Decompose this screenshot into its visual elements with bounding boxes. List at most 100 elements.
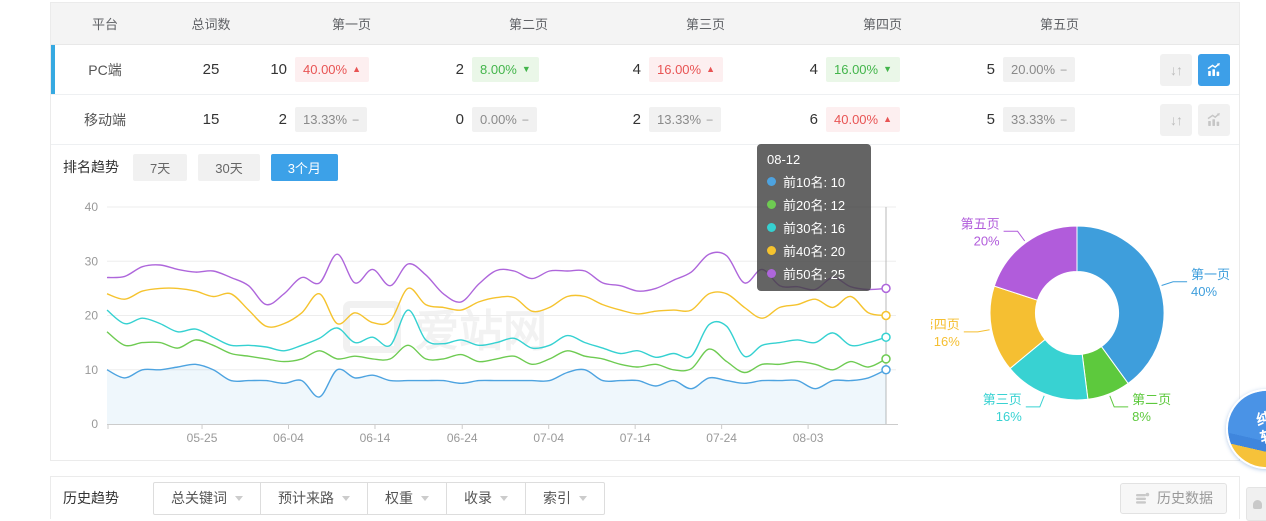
end-marker-top40	[882, 312, 890, 320]
column-header-1: 总词数	[159, 14, 263, 33]
trend-up-icon: ▲	[706, 65, 715, 74]
y-tick-label: 40	[85, 200, 99, 214]
pct-value: 8.00%	[480, 62, 517, 77]
y-tick-label: 30	[85, 254, 99, 268]
pct-badge: 13.33%−	[649, 107, 721, 132]
floating-widget-fragment[interactable]	[1246, 487, 1266, 521]
page-count: 6	[794, 111, 818, 128]
x-tick-label: 06-04	[273, 431, 304, 445]
history-data-button[interactable]: 历史数据	[1120, 483, 1227, 514]
page-3-cell: 416.00%▲	[617, 57, 794, 82]
table-row-pc[interactable]: PC端251040.00%▲28.00%▼416.00%▲416.00%▼520…	[51, 45, 1239, 95]
pct-value: 40.00%	[303, 62, 347, 77]
series-dot-icon	[767, 223, 776, 232]
donut-label-leader	[1026, 396, 1044, 407]
x-tick-label: 07-24	[706, 431, 737, 445]
trend-flat-icon: −	[352, 113, 359, 127]
tooltip-item: 前40名: 20	[767, 241, 861, 260]
y-tick-label: 10	[85, 363, 99, 377]
page-count: 4	[794, 61, 818, 78]
pct-value: 0.00%	[480, 112, 517, 127]
series-dot-icon	[767, 177, 776, 186]
table-row-mobile[interactable]: 移动端15213.33%−00.00%−213.33%−640.00%▲533.…	[51, 95, 1239, 145]
pct-badge: 40.00%▲	[295, 57, 369, 82]
x-tick-label: 08-03	[793, 431, 824, 445]
trend-flat-icon: −	[1060, 63, 1067, 77]
pct-badge: 0.00%−	[472, 107, 537, 132]
page-count: 4	[617, 61, 641, 78]
history-data-label: 历史数据	[1157, 488, 1213, 508]
donut-label-leader	[1110, 396, 1128, 407]
chevron-down-icon	[500, 496, 508, 501]
pct-value: 16.00%	[834, 62, 878, 77]
end-marker-top10	[882, 366, 890, 374]
donut-label-leader	[1162, 282, 1188, 286]
rank-summary-card: 平台总词数第一页第二页第三页第四页第五页 PC端251040.00%▲28.00…	[50, 2, 1240, 461]
total-keywords-value: 25	[159, 61, 263, 78]
x-tick-label: 07-14	[620, 431, 651, 445]
series-dot-icon	[767, 269, 776, 278]
history-filter-button-0[interactable]: 总关键词	[153, 482, 261, 515]
chevron-down-icon	[235, 496, 243, 501]
page-count: 2	[440, 61, 464, 78]
end-marker-top20	[882, 355, 890, 363]
chevron-down-icon	[342, 496, 350, 501]
donut-slice-5[interactable]	[994, 226, 1077, 300]
history-filter-label: 权重	[385, 488, 413, 508]
pct-value: 13.33%	[657, 112, 701, 127]
float-badge-text: 纯	[1255, 410, 1266, 431]
page-count: 5	[971, 111, 995, 128]
area-fill-top10	[107, 364, 886, 424]
trend-tab-30d[interactable]: 30天	[198, 154, 259, 181]
sort-button[interactable]: ↓↑	[1160, 104, 1192, 136]
page-4-cell: 6 40.00% ▲	[794, 107, 971, 132]
history-trend-bar: 历史趋势 总关键词预计来路权重收录索引 历史数据	[50, 476, 1240, 519]
page-count: 10	[263, 61, 287, 78]
bar-chart-icon	[1205, 61, 1223, 79]
trend-tab-3m[interactable]: 3个月	[271, 154, 338, 181]
line-series-top40[interactable]	[107, 288, 886, 327]
column-header-2: 第一页	[263, 14, 440, 33]
page-1-cell: 10 40.00%▲	[263, 57, 440, 82]
page-2-cell: 00.00%−	[440, 107, 617, 132]
history-filter-button-4[interactable]: 索引	[525, 482, 605, 515]
donut-label-3: 第三页16%	[983, 392, 1022, 424]
tooltip-item-text: 前30名: 16	[783, 218, 845, 237]
x-tick-label: 06-24	[447, 431, 478, 445]
donut-label-4: 第四页16%	[931, 317, 960, 349]
trend-down-icon: ▼	[883, 65, 892, 74]
line-series-top20[interactable]	[107, 332, 886, 373]
tooltip-item-text: 前40名: 20	[783, 241, 845, 260]
history-filter-button-1[interactable]: 预计来路	[260, 482, 368, 515]
trend-tab-7d[interactable]: 7天	[133, 154, 187, 181]
show-trend-chart-button[interactable]	[1198, 104, 1230, 136]
pct-badge: 16.00% ▼	[826, 57, 900, 82]
chevron-down-icon	[421, 496, 429, 501]
pct-badge: 40.00% ▲	[826, 107, 900, 132]
end-marker-top30	[882, 333, 890, 341]
rank-trend-chart[interactable]: 爱站网 01020304005-2506-0406-1406-2407-0407…	[51, 187, 1239, 460]
page-5-cell: 5 33.33%−	[971, 107, 1148, 132]
sort-button[interactable]: ↓↑	[1160, 54, 1192, 86]
trend-up-icon: ▲	[883, 115, 892, 124]
page-4-cell: 4 16.00% ▼	[794, 57, 971, 82]
x-tick-label: 07-04	[533, 431, 564, 445]
donut-label-5: 第五页20%	[961, 216, 1000, 248]
table-header-row: 平台总词数第一页第二页第三页第四页第五页	[51, 3, 1239, 45]
history-filter-button-2[interactable]: 权重	[367, 482, 447, 515]
trend-flat-icon: −	[1060, 113, 1067, 127]
history-filter-button-3[interactable]: 收录	[446, 482, 526, 515]
donut-label-2: 第二页8%	[1132, 392, 1171, 424]
show-trend-chart-button[interactable]	[1198, 54, 1230, 86]
pct-value: 33.33%	[1011, 112, 1055, 127]
trend-down-icon: ▼	[522, 65, 531, 74]
page-count: 5	[971, 61, 995, 78]
page-3-cell: 213.33%−	[617, 107, 794, 132]
page-distribution-donut[interactable]: 第一页40%第二页8%第三页16%第四页16%第五页20%	[931, 187, 1237, 460]
pct-value: 40.00%	[834, 112, 878, 127]
tooltip-item: 前30名: 16	[767, 218, 861, 237]
end-marker-top50	[882, 284, 890, 292]
tooltip-item-text: 前20名: 12	[783, 195, 845, 214]
layers-icon	[1134, 490, 1150, 506]
x-tick-label: 05-25	[187, 431, 218, 445]
